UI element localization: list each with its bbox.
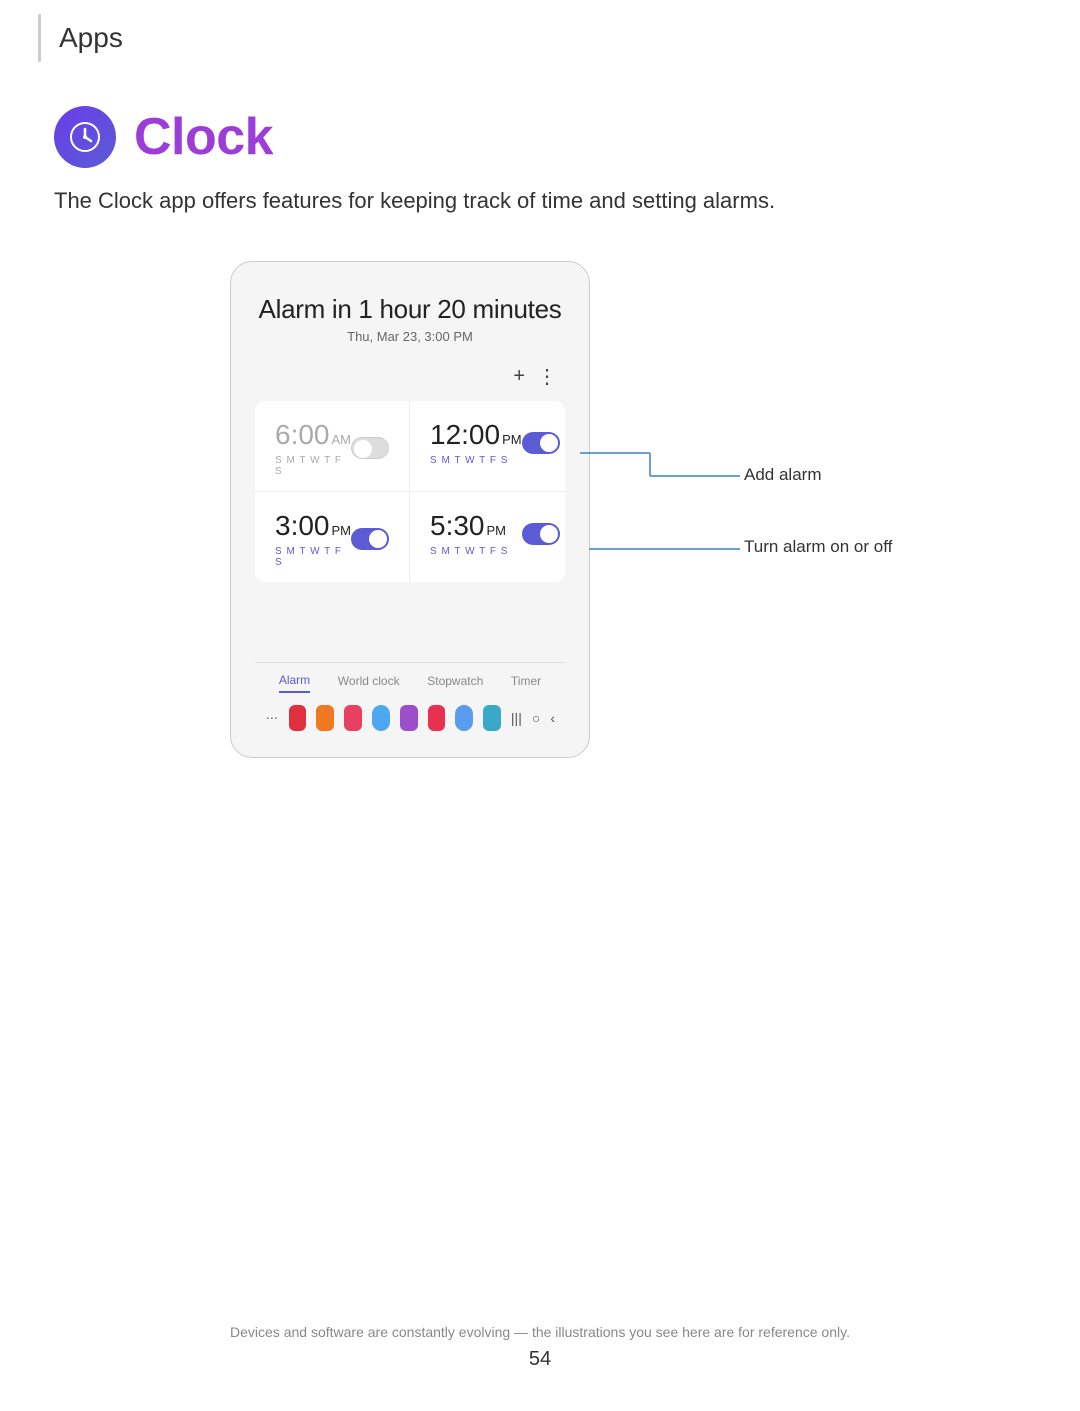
alarm-days: S M T W T F S — [275, 546, 351, 568]
more-options-button[interactable]: ⋮ — [537, 364, 557, 389]
apps-grid-icon: ⋯ — [265, 708, 279, 728]
page-title: Clock — [134, 107, 273, 167]
clock-description: The Clock app offers features for keepin… — [54, 184, 874, 217]
alarm-ampm: PM — [502, 432, 522, 447]
clock-app-icon — [54, 106, 116, 168]
add-alarm-callout-label: Add alarm — [744, 465, 821, 485]
tab-stopwatch[interactable]: Stopwatch — [427, 674, 483, 692]
alarm-countdown-subtitle: Thu, Mar 23, 3:00 PM — [255, 329, 565, 344]
alarm-days: S M T W T F S — [275, 455, 351, 477]
alarm-time-value: 3:00 — [275, 510, 330, 542]
app-icon-5 — [400, 705, 418, 731]
alarm-item: 5:30 PM S M T W T F S — [410, 492, 565, 582]
alarm-days: S M T W T F S — [430, 455, 522, 466]
alarm-time-value: 12:00 — [430, 419, 500, 451]
alarm-time-value: 5:30 — [430, 510, 485, 542]
alarm-ampm: PM — [332, 523, 352, 538]
alarm-item: 12:00 PM S M T W T F S — [410, 401, 565, 492]
home-button[interactable]: ○ — [532, 710, 540, 726]
page-number: 54 — [0, 1348, 1080, 1371]
footer-note: Devices and software are constantly evol… — [0, 1324, 1080, 1340]
alarm-item: 6:00 AM S M T W T F S — [255, 401, 410, 492]
app-icon-1 — [289, 705, 307, 731]
turn-alarm-callout-label: Turn alarm on or off — [744, 537, 892, 557]
phone-screenshot: Alarm in 1 hour 20 minutes Thu, Mar 23, … — [230, 261, 590, 758]
apps-breadcrumb: Apps — [59, 14, 123, 62]
app-icon-3 — [344, 705, 362, 731]
tab-worldclock[interactable]: World clock — [338, 674, 400, 692]
alarm-tabs: Alarm World clock Stopwatch Timer — [255, 673, 565, 693]
alarm-countdown-title: Alarm in 1 hour 20 minutes — [255, 294, 565, 325]
alarm-item: 3:00 PM S M T W T F S — [255, 492, 410, 582]
alarm-list: 6:00 AM S M T W T F S — [255, 401, 565, 582]
alarm-ampm: AM — [332, 432, 352, 447]
app-icon-6 — [428, 705, 446, 731]
page-footer: Devices and software are constantly evol… — [0, 1324, 1080, 1371]
app-icon-4 — [372, 705, 390, 731]
tab-alarm[interactable]: Alarm — [279, 673, 310, 693]
alarm-toggle[interactable] — [522, 523, 560, 545]
alarm-toggle[interactable] — [351, 528, 389, 550]
recents-button[interactable]: ||| — [511, 710, 522, 726]
add-alarm-button[interactable]: + — [513, 365, 525, 388]
alarm-time-value: 6:00 — [275, 419, 330, 451]
alarm-toggle[interactable] — [351, 437, 389, 459]
app-dock: ⋯ ||| ○ ‹ — [255, 701, 565, 735]
app-icon-8 — [483, 705, 501, 731]
app-icon-7 — [455, 705, 473, 731]
alarm-toggle[interactable] — [522, 432, 560, 454]
alarm-days: S M T W T F S — [430, 546, 508, 557]
back-button[interactable]: ‹ — [550, 710, 555, 726]
alarm-ampm: PM — [487, 523, 507, 538]
tab-timer[interactable]: Timer — [511, 674, 541, 692]
app-icon-2 — [316, 705, 334, 731]
